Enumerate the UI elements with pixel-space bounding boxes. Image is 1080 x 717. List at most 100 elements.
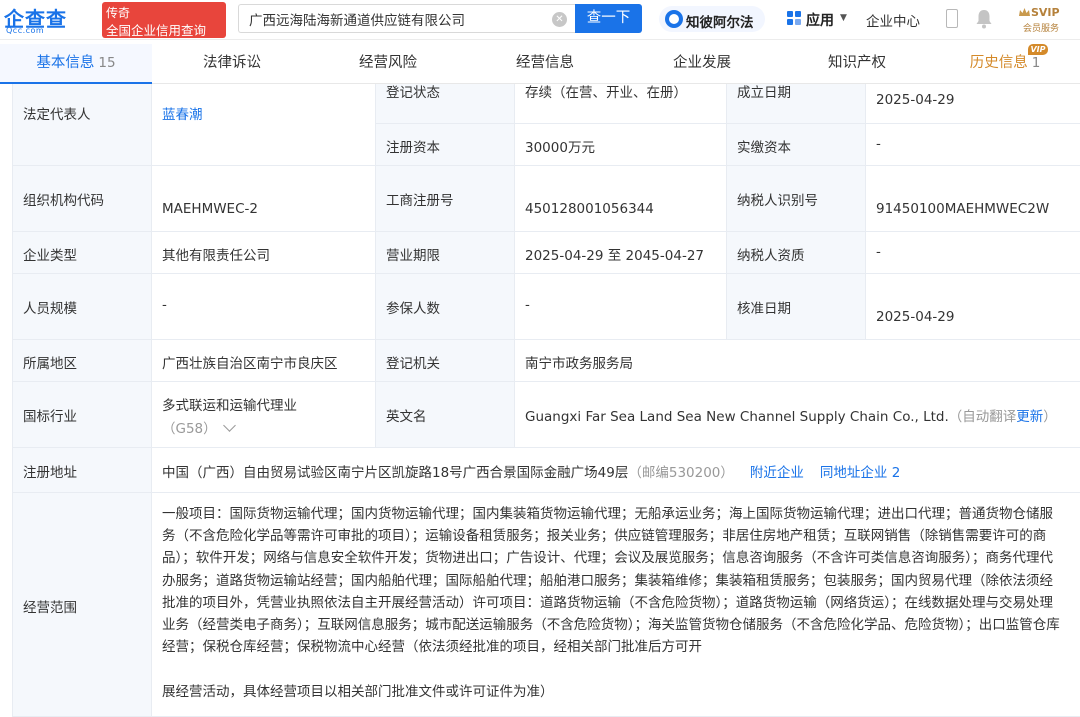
- zhibi-logo-icon: [665, 10, 683, 28]
- reg-authority-value: 南宁市政务服务局: [525, 356, 633, 372]
- search-button[interactable]: 查一下: [575, 4, 642, 33]
- bell-icon[interactable]: [975, 9, 993, 29]
- slogan-banner: 传奇 全国企业信用查询: [102, 2, 226, 38]
- biz-term-value-cell: 2025-04-29 至 2045-04-27: [515, 232, 727, 274]
- section-tabs: 基本信息 15 法律诉讼 经营风险 经营信息 企业发展 知识产权 历史信息 1: [0, 44, 1080, 84]
- company-type-value-cell: 其他有限责任公司: [152, 232, 376, 274]
- postcode: （邮编530200）: [628, 465, 734, 481]
- insured-value: -: [525, 297, 530, 313]
- clear-icon[interactable]: ✕: [552, 12, 567, 27]
- reg-status-value-cell: 存续（在营、开业、在册）: [515, 84, 727, 124]
- industry-code: （G58）: [162, 417, 236, 437]
- biz-term-value: 2025-04-29 至 2045-04-27: [525, 248, 704, 264]
- grid-icon: [787, 11, 802, 26]
- taxpayer-qual-value: -: [876, 244, 881, 260]
- biz-reg-no-value: 450128001056344: [525, 201, 654, 217]
- english-name-label: 英文名: [386, 409, 427, 425]
- legal-rep-link[interactable]: 蓝春潮: [162, 103, 203, 123]
- phone-icon[interactable]: [946, 9, 958, 28]
- legal-rep-label: 法定代表人: [23, 107, 91, 123]
- scope-value: 一般项目：国际货物运输代理；国内货物运输代理；国内集装箱货物运输代理；无船承运业…: [162, 506, 1060, 656]
- vip-badge: VIP: [1028, 44, 1048, 55]
- english-name-line: Guangxi Far Sea Land Sea New Channel Sup…: [525, 405, 1057, 425]
- company-type-label: 企业类型: [23, 248, 77, 264]
- english-name-label-cell: 英文名: [376, 382, 515, 448]
- company-type-label-cell: 企业类型: [13, 232, 152, 274]
- staff-size-value-cell: -: [152, 274, 376, 340]
- tab-legal[interactable]: 法律诉讼: [172, 44, 292, 84]
- industry-value-cell[interactable]: 多式联运和运输代理业 （G58）: [152, 382, 376, 448]
- org-code-label-cell: 组织机构代码: [13, 166, 152, 232]
- reg-status-label-cell: 登记状态: [376, 84, 515, 124]
- qcc-logo[interactable]: 企查查 Qcc.com: [4, 3, 98, 37]
- region-label: 所属地区: [23, 356, 77, 372]
- tab-count: 15: [98, 55, 116, 71]
- chevron-down-icon[interactable]: [222, 419, 236, 432]
- tab-risk[interactable]: 经营风险: [328, 44, 448, 84]
- member-service-label: 会员服务: [1023, 24, 1060, 34]
- english-name-value-cell: Guangxi Far Sea Land Sea New Channel Sup…: [515, 382, 1080, 448]
- zhibi-alpha-button[interactable]: 知彼阿尔法: [659, 6, 765, 32]
- tab-label: 基本信息: [36, 55, 95, 71]
- staff-size-label: 人员规模: [23, 301, 77, 317]
- paid-capital-value: -: [876, 136, 881, 152]
- basic-info-table: 法定代表人 蓝春潮 登记状态 存续（在营、开业、在册） 成立日期 2025-04…: [12, 84, 1080, 717]
- apps-label: 应用: [806, 13, 834, 29]
- region-value-cell: 广西壮族自治区南宁市良庆区: [152, 340, 376, 382]
- paid-capital-label: 实缴资本: [737, 140, 791, 156]
- biz-term-label: 营业期限: [386, 248, 440, 264]
- reg-status-value: 存续（在营、开业、在册）: [525, 85, 687, 101]
- tab-basic-info[interactable]: 基本信息 15: [0, 44, 152, 84]
- legal-rep-label-cell: 法定代表人: [13, 84, 152, 166]
- approved-date-value-cell: 2025-04-29: [866, 274, 1080, 340]
- address-value-cell: 中国（广西）自由贸易试验区南宁片区凯旋路18号广西合景国际金融广场49层（邮编5…: [152, 448, 1080, 493]
- svip-member-button[interactable]: SVIP 会员服务: [1017, 6, 1073, 34]
- industry-label-cell: 国标行业: [13, 382, 152, 448]
- org-code-value-cell: MAEHMWEC-2: [152, 166, 376, 232]
- address-label: 注册地址: [23, 465, 77, 481]
- slogan-line-1: 传奇: [106, 6, 131, 20]
- taxpayer-qual-label: 纳税人资质: [737, 248, 805, 264]
- paid-capital-value-cell: -: [866, 124, 1080, 166]
- region-value: 广西壮族自治区南宁市良庆区: [162, 356, 338, 372]
- tab-operation[interactable]: 经营信息: [485, 44, 605, 84]
- taxpayer-id-value-cell: 91450100MAEHMWEC2W: [866, 166, 1080, 232]
- tab-label: 知识产权: [828, 55, 886, 71]
- tab-label: 企业发展: [673, 55, 731, 71]
- founded-label-cell: 成立日期: [727, 84, 866, 124]
- region-label-cell: 所属地区: [13, 340, 152, 382]
- apps-menu-button[interactable]: 应用 ▼: [785, 8, 853, 30]
- tab-ip[interactable]: 知识产权: [797, 44, 917, 84]
- taxpayer-id-label-cell: 纳税人识别号: [727, 166, 866, 232]
- tab-label: 法律诉讼: [203, 55, 261, 71]
- tab-label: 历史信息: [969, 55, 1028, 71]
- english-name-value: Guangxi Far Sea Land Sea New Channel Sup…: [525, 409, 949, 425]
- update-link[interactable]: 更新: [1016, 409, 1043, 425]
- biz-term-label-cell: 营业期限: [376, 232, 515, 274]
- taxpayer-qual-value-cell: -: [866, 232, 1080, 274]
- enterprise-center-link[interactable]: 企业中心: [866, 10, 920, 30]
- org-code-label: 组织机构代码: [23, 193, 104, 209]
- auto-translate-note: （自动翻译: [948, 409, 1017, 425]
- scope-label: 经营范围: [23, 600, 77, 616]
- zhibi-label: 知彼阿尔法: [686, 15, 754, 31]
- address-label-cell: 注册地址: [13, 448, 152, 493]
- caret-down-icon: ▼: [840, 13, 847, 23]
- reg-status-label: 登记状态: [386, 85, 440, 101]
- staff-size-label-cell: 人员规模: [13, 274, 152, 340]
- crown-icon: [1019, 8, 1030, 16]
- nearby-companies-link[interactable]: 附近企业: [750, 465, 804, 481]
- approved-date-label: 核准日期: [737, 301, 791, 317]
- company-type-value: 其他有限责任公司: [162, 248, 270, 264]
- founded-label: 成立日期: [737, 85, 791, 101]
- search-input[interactable]: [249, 10, 549, 28]
- reg-authority-value-cell: 南宁市政务服务局: [515, 340, 1080, 382]
- same-address-link[interactable]: 同地址企业 2: [820, 465, 900, 481]
- taxpayer-id-label: 纳税人识别号: [737, 193, 818, 209]
- insured-label-cell: 参保人数: [376, 274, 515, 340]
- insured-value-cell: -: [515, 274, 727, 340]
- tab-development[interactable]: 企业发展: [642, 44, 762, 84]
- reg-capital-label: 注册资本: [386, 140, 440, 156]
- approved-date-label-cell: 核准日期: [727, 274, 866, 340]
- taxpayer-qual-label-cell: 纳税人资质: [727, 232, 866, 274]
